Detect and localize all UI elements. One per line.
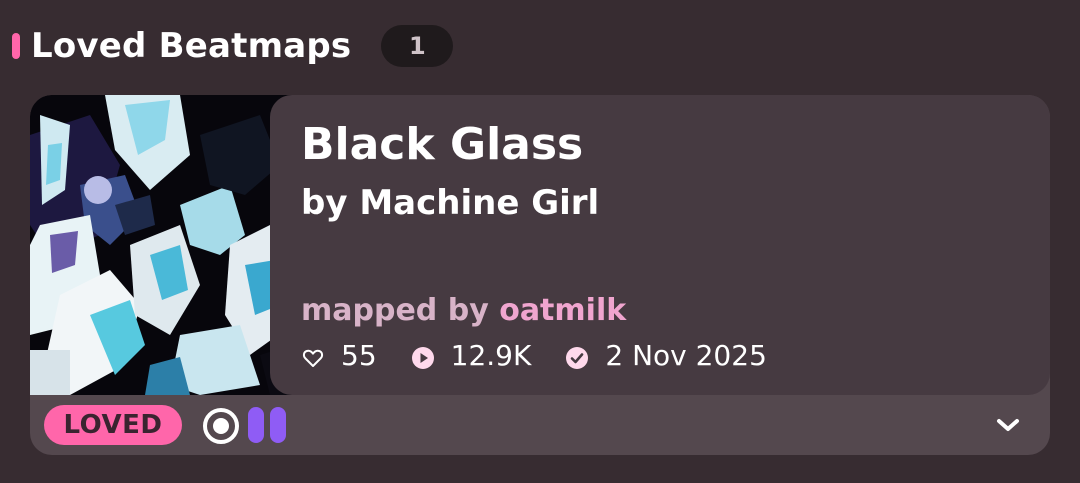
count-badge: 1 [381, 25, 454, 67]
favourite-count-stat: 55 [301, 339, 377, 372]
chevron-down-icon[interactable] [992, 409, 1024, 441]
status-badge: LOVED [44, 405, 182, 445]
beatmap-footer: LOVED [30, 395, 1050, 455]
ranked-date-stat: 2 Nov 2025 [565, 339, 767, 372]
difficulty-list [248, 407, 292, 443]
favourite-count: 55 [341, 339, 377, 372]
osu-standard-mode-icon[interactable] [202, 407, 240, 445]
mapped-by-label: mapped by [301, 293, 500, 328]
mapper-link[interactable]: oatmilk [499, 293, 626, 328]
beatmap-info-panel[interactable]: Black Glass by Machine Girl mapped by oa… [270, 95, 1050, 395]
beatmap-card[interactable]: Black Glass by Machine Girl mapped by oa… [30, 95, 1050, 455]
difficulty-bar[interactable] [270, 407, 286, 443]
beatmap-cover-image[interactable] [30, 95, 292, 395]
beatmap-title[interactable]: Black Glass [301, 119, 583, 170]
beatmap-stats: 55 12.9K 2 Nov 2025 [301, 339, 801, 372]
section-accent-bar [12, 33, 20, 59]
beatmap-mapper-line: mapped by oatmilk [301, 293, 626, 328]
section-title: Loved Beatmaps [31, 26, 352, 66]
section-header: Loved Beatmaps 1 [12, 22, 454, 70]
ranked-date: 2 Nov 2025 [605, 339, 767, 372]
heart-outline-icon [301, 344, 325, 368]
play-circle-icon [411, 344, 435, 369]
check-circle-icon [565, 344, 589, 369]
play-count: 12.9K [450, 339, 532, 372]
difficulty-bar[interactable] [248, 407, 264, 443]
play-count-stat: 12.9K [411, 339, 532, 372]
beatmap-artist: by Machine Girl [301, 183, 600, 223]
